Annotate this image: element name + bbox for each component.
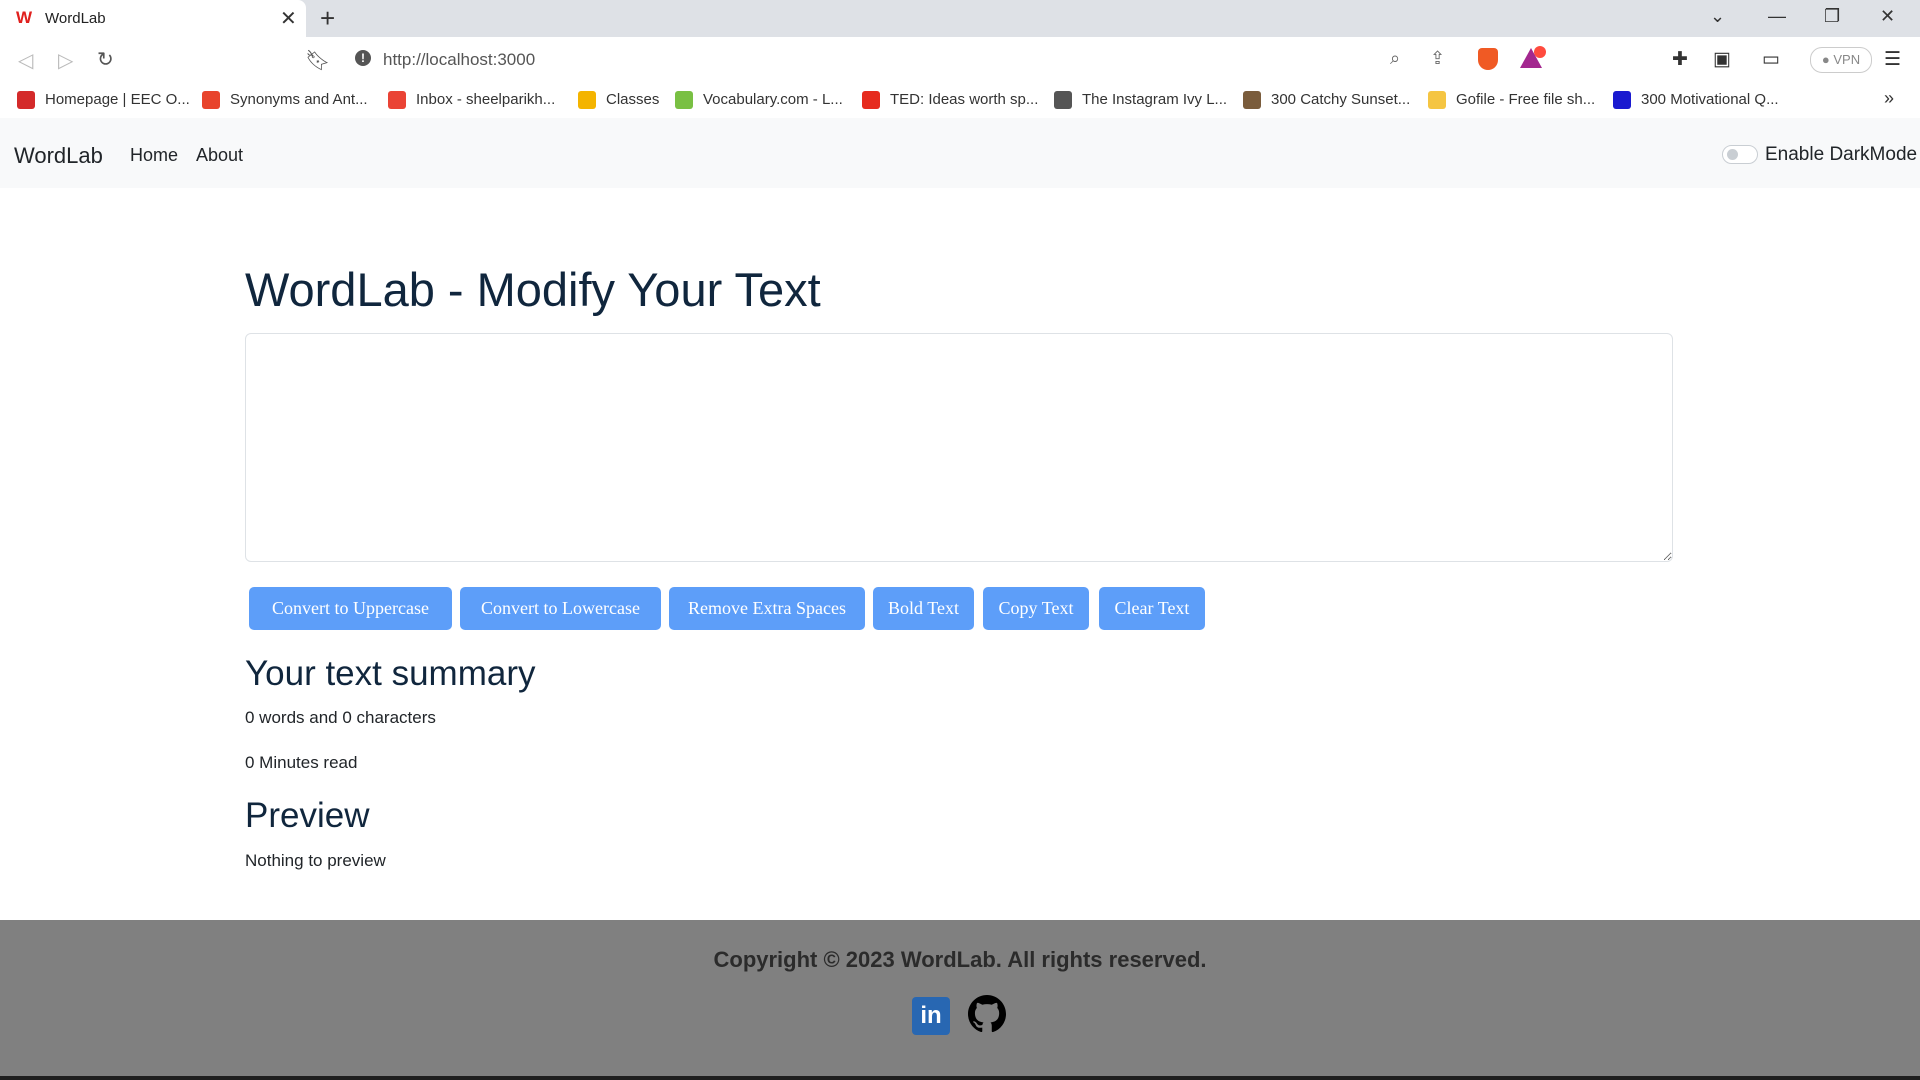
summary-counts: 0 words and 0 characters xyxy=(245,708,436,727)
restore-icon[interactable]: ❐ xyxy=(1824,6,1840,27)
summary-heading: Your text summary xyxy=(245,654,536,693)
wordlab-favicon-icon: W xyxy=(16,8,33,27)
nav-link-about[interactable]: About xyxy=(196,145,243,166)
bookmark-label: TED: Ideas worth sp... xyxy=(890,91,1039,108)
site-info-icon[interactable]: ! xyxy=(355,50,371,66)
lowercase-button[interactable]: Convert to Lowercase xyxy=(460,587,661,630)
bookmark-favicon-icon xyxy=(1428,91,1446,110)
bookmark-favicon-icon xyxy=(388,91,406,110)
share-icon[interactable]: ⇪ xyxy=(1430,48,1445,69)
bookmark-item[interactable]: Synonyms and Ant... xyxy=(202,91,368,110)
bookmark-label: 300 Motivational Q... xyxy=(1641,91,1779,108)
bold-text-button[interactable]: Bold Text xyxy=(873,587,974,630)
bookmark-label: Classes xyxy=(606,91,660,108)
app-navbar xyxy=(0,118,1920,188)
darkmode-label: Enable DarkMode xyxy=(1765,144,1918,165)
forward-icon[interactable]: ▷ xyxy=(58,48,73,73)
bookmark-item[interactable]: Gofile - Free file sh... xyxy=(1428,91,1596,110)
remove-spaces-button[interactable]: Remove Extra Spaces xyxy=(669,587,865,630)
vpn-button[interactable]: ● VPN xyxy=(1810,47,1872,73)
rewards-badge xyxy=(1534,46,1546,58)
bookmark-label: Vocabulary.com - L... xyxy=(703,91,843,108)
browser-tab-strip: W WordLab ✕ + ⌄ — ❐ ✕ xyxy=(0,0,1920,37)
bookmark-item[interactable]: The Instagram Ivy L... xyxy=(1054,91,1228,110)
bookmark-favicon-icon xyxy=(17,91,35,110)
tab-title: WordLab xyxy=(45,10,106,27)
wallet-icon[interactable]: ▭ xyxy=(1762,48,1780,71)
bookmark-icon[interactable]: 🔖︎ xyxy=(305,48,330,73)
bookmark-item[interactable]: Homepage | EEC O... xyxy=(17,91,190,110)
bookmark-favicon-icon xyxy=(1243,91,1261,110)
darkmode-toggle-knob xyxy=(1727,149,1738,160)
bookmark-item[interactable]: Inbox - sheelparikh... xyxy=(388,91,556,110)
preview-text: Nothing to preview xyxy=(245,851,386,870)
reload-icon[interactable]: ↻ xyxy=(97,47,114,72)
bookmark-label: 300 Catchy Sunset... xyxy=(1271,91,1411,108)
page-title: WordLab - Modify Your Text xyxy=(245,263,821,316)
zoom-icon[interactable]: ⌕ xyxy=(1390,48,1400,69)
bookmark-label: The Instagram Ivy L... xyxy=(1082,91,1228,108)
navbar-brand[interactable]: WordLab xyxy=(14,143,103,169)
bookmark-label: Gofile - Free file sh... xyxy=(1456,91,1596,108)
clear-text-button[interactable]: Clear Text xyxy=(1099,587,1205,630)
new-tab-icon[interactable]: + xyxy=(320,3,335,34)
extensions-icon[interactable]: ✚ xyxy=(1672,48,1688,71)
bookmark-favicon-icon xyxy=(578,91,596,110)
linkedin-icon[interactable]: in xyxy=(912,997,950,1035)
bookmark-item[interactable]: Vocabulary.com - L... xyxy=(675,91,843,110)
summary-read-time: 0 Minutes read xyxy=(245,753,358,772)
darkmode-toggle[interactable] xyxy=(1722,145,1758,164)
text-input[interactable] xyxy=(245,333,1673,562)
back-icon[interactable]: ◁ xyxy=(18,48,33,73)
menu-icon[interactable]: ☰ xyxy=(1884,48,1901,71)
bookmark-favicon-icon xyxy=(862,91,880,110)
close-window-icon[interactable]: ✕ xyxy=(1880,6,1895,27)
uppercase-button[interactable]: Convert to Uppercase xyxy=(249,587,452,630)
footer-copyright: Copyright © 2023 WordLab. All rights res… xyxy=(713,947,1207,972)
sidebar-icon[interactable]: ▣ xyxy=(1713,48,1731,71)
bookmark-favicon-icon xyxy=(202,91,220,110)
bookmark-label: Inbox - sheelparikh... xyxy=(416,91,556,108)
bookmark-item[interactable]: 300 Motivational Q... xyxy=(1613,91,1779,110)
browser-tab[interactable]: W WordLab ✕ xyxy=(0,0,306,37)
preview-heading: Preview xyxy=(245,796,370,835)
bookmark-favicon-icon xyxy=(1054,91,1072,110)
bookmark-label: Homepage | EEC O... xyxy=(45,91,190,108)
url-text[interactable]: http://localhost:3000 xyxy=(383,50,535,70)
bookmark-label: Synonyms and Ant... xyxy=(230,91,368,108)
github-icon[interactable] xyxy=(968,995,1006,1033)
footer xyxy=(0,920,1920,1076)
bookmark-item[interactable]: Classes xyxy=(578,91,660,110)
bookmark-item[interactable]: 300 Catchy Sunset... xyxy=(1243,91,1411,110)
copy-text-button[interactable]: Copy Text xyxy=(983,587,1089,630)
footer-bottom-bar xyxy=(0,1076,1920,1080)
nav-link-home[interactable]: Home xyxy=(130,145,178,166)
minimize-icon[interactable]: — xyxy=(1768,6,1786,27)
vpn-label: VPN xyxy=(1833,52,1861,67)
brave-shields-icon[interactable] xyxy=(1478,48,1498,70)
bookmark-favicon-icon xyxy=(675,91,693,110)
more-bookmarks-icon[interactable]: » xyxy=(1884,88,1894,109)
close-tab-icon[interactable]: ✕ xyxy=(280,6,297,31)
bookmark-item[interactable]: TED: Ideas worth sp... xyxy=(862,91,1039,110)
tab-search-icon[interactable]: ⌄ xyxy=(1710,6,1725,27)
bookmark-favicon-icon xyxy=(1613,91,1631,110)
